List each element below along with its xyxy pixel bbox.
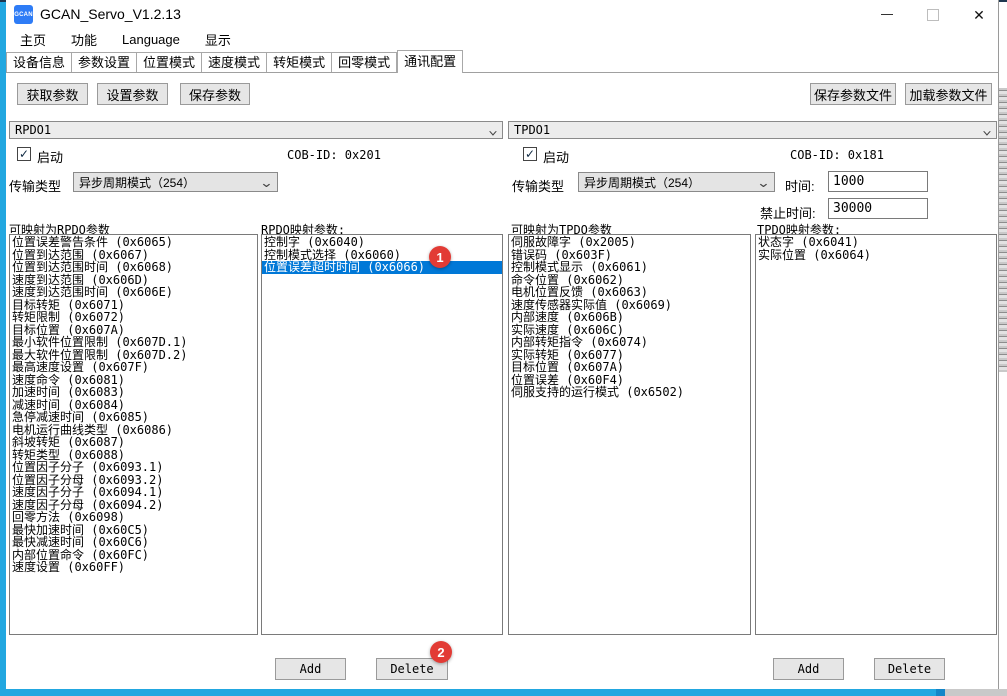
list-item[interactable]: 状态字 (0x6041) [756,236,996,249]
screen: GCAN GCAN_Servo_V1.2.13 ✕ 主页 功能 Language… [0,0,1007,696]
set-params-button[interactable]: 设置参数 [97,83,168,105]
rpdo-enable-label: 启动 [37,147,63,166]
tpdo-enable-checkbox[interactable]: ✓ [523,147,537,161]
list-item[interactable]: 最快减速时间 (0x60C6) [10,536,257,549]
menu-function[interactable]: 功能 [61,27,107,52]
chevron-down-icon: ⌄ [259,176,273,189]
rpdo-select[interactable]: RPDO1 ⌄ [9,121,503,139]
tpdo-inhibit-time-label: 禁止时间: [760,203,816,222]
minimize-icon [881,14,893,15]
tab-param-settings[interactable]: 参数设置 [71,52,136,72]
rpdo-transfer-type-value: 异步周期模式（254） [79,174,195,191]
tab-comm-config[interactable]: 通讯配置 [397,50,463,73]
tpdo-cob-id: COB-ID: 0x181 [790,148,884,162]
tab-speed-mode[interactable]: 速度模式 [201,52,266,72]
list-item[interactable]: 控制字 (0x6040) [262,236,502,249]
tpdo-mapped-list[interactable]: 状态字 (0x6041)实际位置 (0x6064) [755,234,997,635]
tpdo-select-value: TPDO1 [514,123,550,137]
background-edge-bottom-gray [938,689,1007,696]
background-window-edge-bottom [0,689,938,696]
save-params-button[interactable]: 保存参数 [180,83,250,105]
list-item[interactable]: 速度设置 (0x60FF) [10,561,257,574]
tpdo-time-label: 时间: [785,176,815,195]
list-item[interactable]: 最高速度设置 (0x607F) [10,361,257,374]
tpdo-time-input[interactable] [828,171,928,192]
rpdo-available-list[interactable]: 位置误差警告条件 (0x6065)位置到达范围 (0x6067)位置到达范围时间… [9,234,258,635]
list-item[interactable]: 目标位置 (0x607A) [509,361,750,374]
menu-home[interactable]: 主页 [10,27,56,52]
tab-torque-mode[interactable]: 转矩模式 [266,52,331,72]
close-button[interactable]: ✕ [957,2,1001,27]
tpdo-enable-label: 启动 [543,147,569,166]
chevron-down-icon: ⌄ [982,124,992,137]
background-window-artifact [999,88,1007,372]
tab-homing-mode[interactable]: 回零模式 [331,52,397,72]
list-item[interactable]: 实际位置 (0x6064) [756,249,996,262]
title-bar[interactable]: GCAN GCAN_Servo_V1.2.13 ✕ [6,2,998,27]
tab-device-info[interactable]: 设备信息 [6,52,71,72]
maximize-icon [927,9,939,21]
rpdo-enable-checkbox[interactable]: ✓ [17,147,31,161]
tpdo-available-list[interactable]: 伺服故障字 (0x2005)错误码 (0x603F)控制模式显示 (0x6061… [508,234,751,635]
tpdo-transfer-type-select[interactable]: 异步周期模式（254） ⌄ [578,172,775,192]
rpdo-select-value: RPDO1 [15,123,51,137]
chevron-down-icon: ⌄ [488,124,498,137]
tpdo-transfer-type-value: 异步周期模式（254） [584,174,700,191]
tpdo-add-button[interactable]: Add [773,658,844,680]
check-icon: ✓ [19,147,29,161]
app-window: GCAN GCAN_Servo_V1.2.13 ✕ 主页 功能 Language… [6,0,999,689]
rpdo-transfer-type-select[interactable]: 异步周期模式（254） ⌄ [73,172,278,192]
list-item[interactable]: 急停减速时间 (0x6085) [10,411,257,424]
list-item[interactable]: 位置因子分子 (0x6093.1) [10,461,257,474]
list-item[interactable]: 位置到达范围时间 (0x6068) [10,261,257,274]
list-item[interactable]: 伺服支持的运行模式 (0x6502) [509,386,750,399]
close-icon: ✕ [973,8,985,22]
menu-bar: 主页 功能 Language 显示 [10,28,246,50]
menu-display[interactable]: 显示 [195,27,241,52]
save-param-file-button[interactable]: 保存参数文件 [810,83,896,105]
annotation-badge-1: 1 [429,246,451,268]
list-item[interactable]: 速度因子分子 (0x6094.1) [10,486,257,499]
list-item[interactable]: 位置误差超时时间 (0x6066) [262,261,502,274]
list-item[interactable]: 最小软件位置限制 (0x607D.1) [10,336,257,349]
list-item[interactable]: 伺服故障字 (0x2005) [509,236,750,249]
list-item[interactable]: 内部速度 (0x606B) [509,311,750,324]
check-icon: ✓ [525,147,535,161]
list-item[interactable]: 回零方法 (0x6098) [10,511,257,524]
rpdo-cob-id: COB-ID: 0x201 [287,148,381,162]
maximize-button[interactable] [911,2,955,27]
list-item[interactable]: 速度到达范围时间 (0x606E) [10,286,257,299]
get-params-button[interactable]: 获取参数 [17,83,88,105]
tpdo-select[interactable]: TPDO1 ⌄ [508,121,997,139]
list-item[interactable]: 斜坡转矩 (0x6087) [10,436,257,449]
rpdo-mapped-list[interactable]: 控制字 (0x6040)控制模式选择 (0x6060)位置误差超时时间 (0x6… [261,234,503,635]
minimize-button[interactable] [865,2,909,27]
list-item[interactable]: 电机位置反馈 (0x6063) [509,286,750,299]
rpdo-transfer-type-label: 传输类型 [9,176,61,195]
window-title: GCAN_Servo_V1.2.13 [40,6,181,22]
tpdo-inhibit-time-input[interactable] [828,198,928,219]
load-param-file-button[interactable]: 加载参数文件 [905,83,992,105]
tpdo-transfer-type-label: 传输类型 [512,176,564,195]
tpdo-delete-button[interactable]: Delete [874,658,945,680]
menu-language[interactable]: Language [112,29,190,50]
chevron-down-icon: ⌄ [756,176,770,189]
list-item[interactable]: 加速时间 (0x6083) [10,386,257,399]
list-item[interactable]: 位置误差警告条件 (0x6065) [10,236,257,249]
rpdo-add-button[interactable]: Add [275,658,346,680]
tab-position-mode[interactable]: 位置模式 [136,52,201,72]
app-icon: GCAN [14,5,33,24]
list-item[interactable]: 转矩限制 (0x6072) [10,311,257,324]
list-item[interactable]: 控制模式显示 (0x6061) [509,261,750,274]
list-item[interactable]: 内部转矩指令 (0x6074) [509,336,750,349]
tab-bar: 设备信息 参数设置 位置模式 速度模式 转矩模式 回零模式 通讯配置 [6,51,998,73]
annotation-badge-2: 2 [430,641,452,663]
